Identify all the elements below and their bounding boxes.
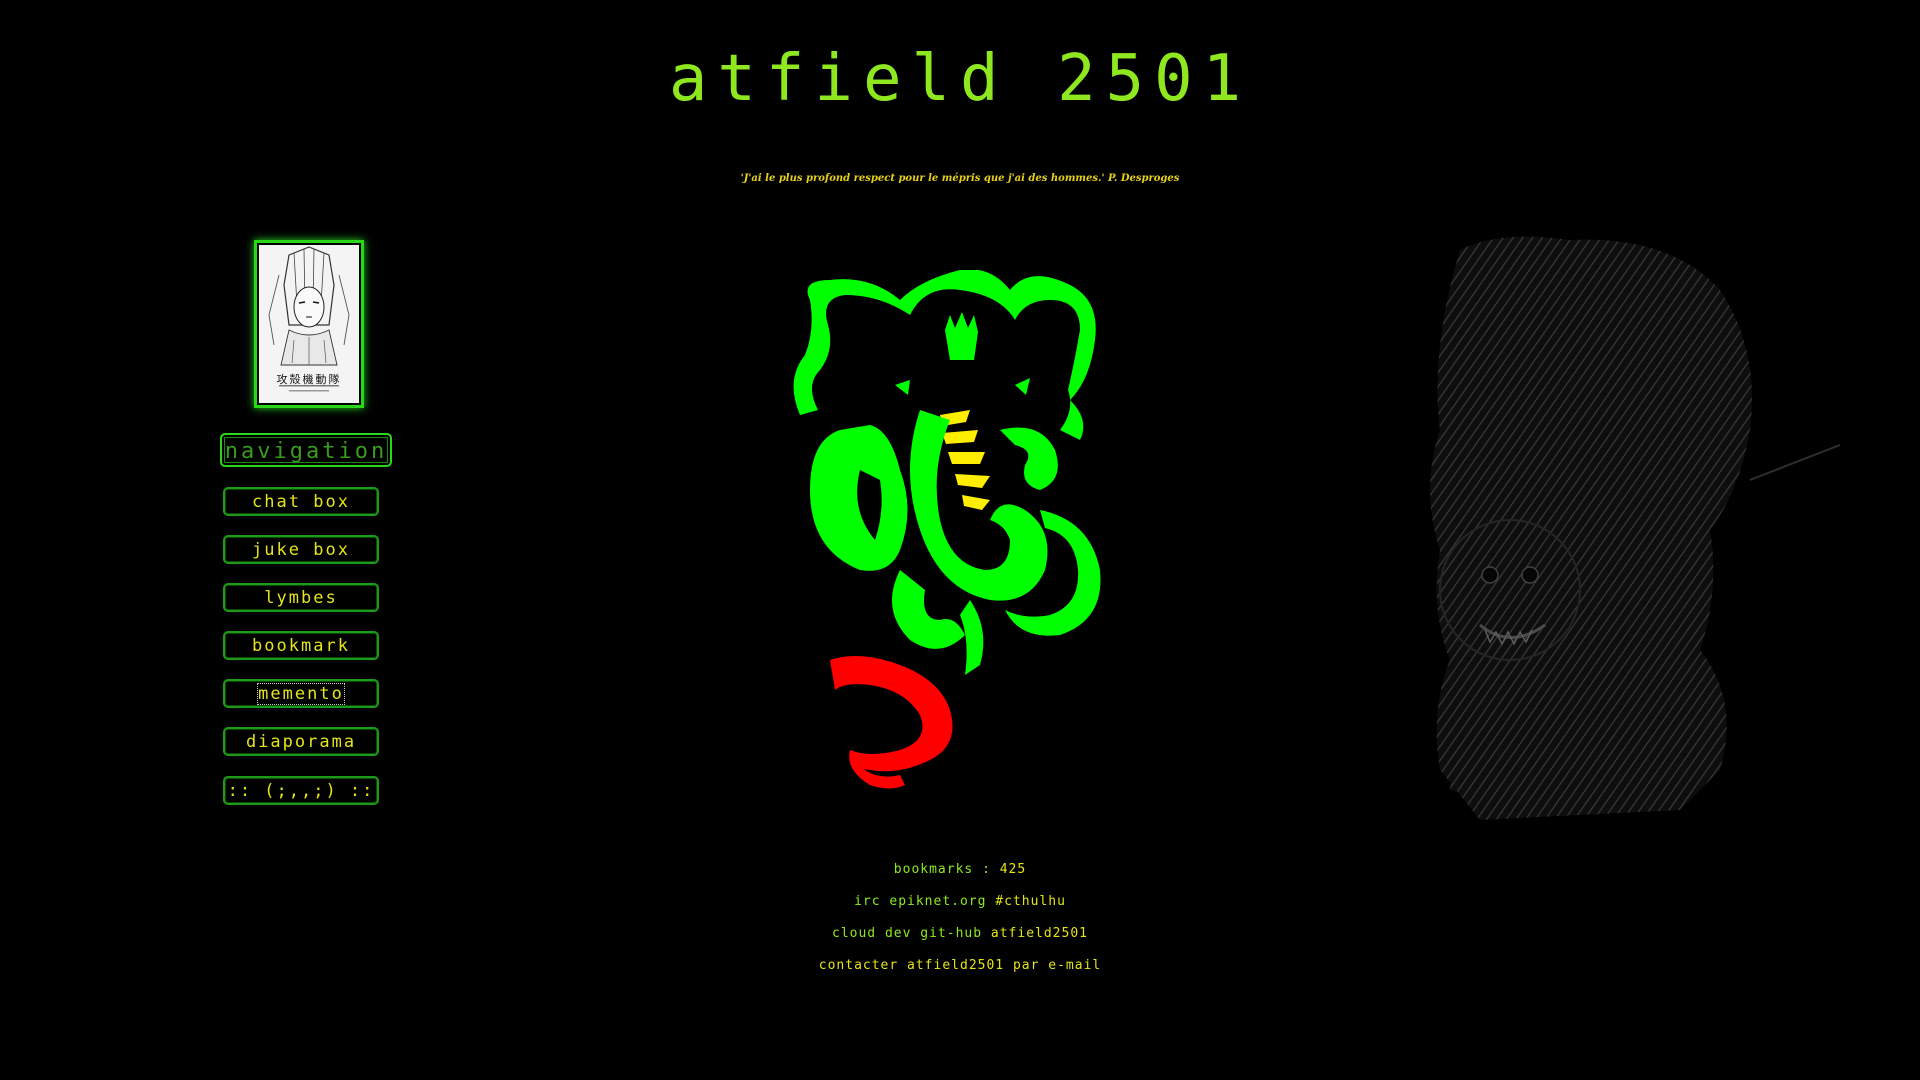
irc-channel-link[interactable]: #cthulhu bbox=[995, 894, 1066, 909]
contact-line[interactable]: contacter atfield2501 par e-mail bbox=[0, 958, 1920, 973]
ghost-in-the-shell-poster-icon: 攻殻機動隊 bbox=[259, 245, 359, 403]
nav-button-label: juke box bbox=[252, 540, 350, 560]
bookmarks-label: bookmarks : bbox=[893, 862, 991, 877]
nav-button-label: lymbes bbox=[264, 588, 338, 608]
page: atfield 2501 'J'ai le plus profond respe… bbox=[0, 0, 1920, 1080]
nav-button-memento[interactable]: memento bbox=[223, 679, 379, 708]
navigation-header: navigation bbox=[220, 433, 392, 467]
nav-button-label: bookmark bbox=[252, 636, 350, 656]
nav-button-label: memento bbox=[257, 683, 345, 705]
irc-line[interactable]: irc epiknet.org #cthulhu bbox=[0, 894, 1920, 909]
poster-frame[interactable]: 攻殻機動隊 bbox=[254, 240, 364, 408]
contact-text: contacter atfield2501 par bbox=[818, 958, 1040, 973]
nav-button-emoticon[interactable]: :: (;,,;) :: bbox=[223, 776, 379, 805]
poster-caption: 攻殻機動隊 bbox=[276, 373, 342, 386]
nav-button-chat-box[interactable]: chat box bbox=[223, 487, 379, 516]
nav-button-diaporama[interactable]: diaporama bbox=[223, 727, 379, 756]
cloud-line[interactable]: cloud dev git-hub atfield2501 bbox=[0, 926, 1920, 941]
nav-button-bookmark[interactable]: bookmark bbox=[223, 631, 379, 660]
nav-button-label: chat box bbox=[252, 492, 350, 512]
nav-button-lymbes[interactable]: lymbes bbox=[223, 583, 379, 612]
nav-button-juke-box[interactable]: juke box bbox=[223, 535, 379, 564]
bookmarks-count-line: bookmarks : 425 bbox=[0, 862, 1920, 877]
irc-server-link[interactable]: irc epiknet.org bbox=[854, 894, 986, 909]
tiger-icon bbox=[1420, 230, 1880, 830]
github-user-link[interactable]: atfield2501 bbox=[991, 926, 1088, 941]
ganesha-icon bbox=[790, 269, 1140, 800]
nav-button-label: diaporama bbox=[245, 732, 357, 752]
cloud-dev-link[interactable]: cloud dev git-hub bbox=[832, 926, 982, 941]
bookmarks-count: 425 bbox=[999, 862, 1027, 877]
site-title: atfield 2501 bbox=[668, 42, 1252, 116]
quote: 'J'ai le plus profond respect pour le mé… bbox=[740, 173, 1180, 184]
email-link[interactable]: e-mail bbox=[1048, 958, 1101, 973]
nav-button-label: :: (;,,;) :: bbox=[227, 781, 375, 801]
